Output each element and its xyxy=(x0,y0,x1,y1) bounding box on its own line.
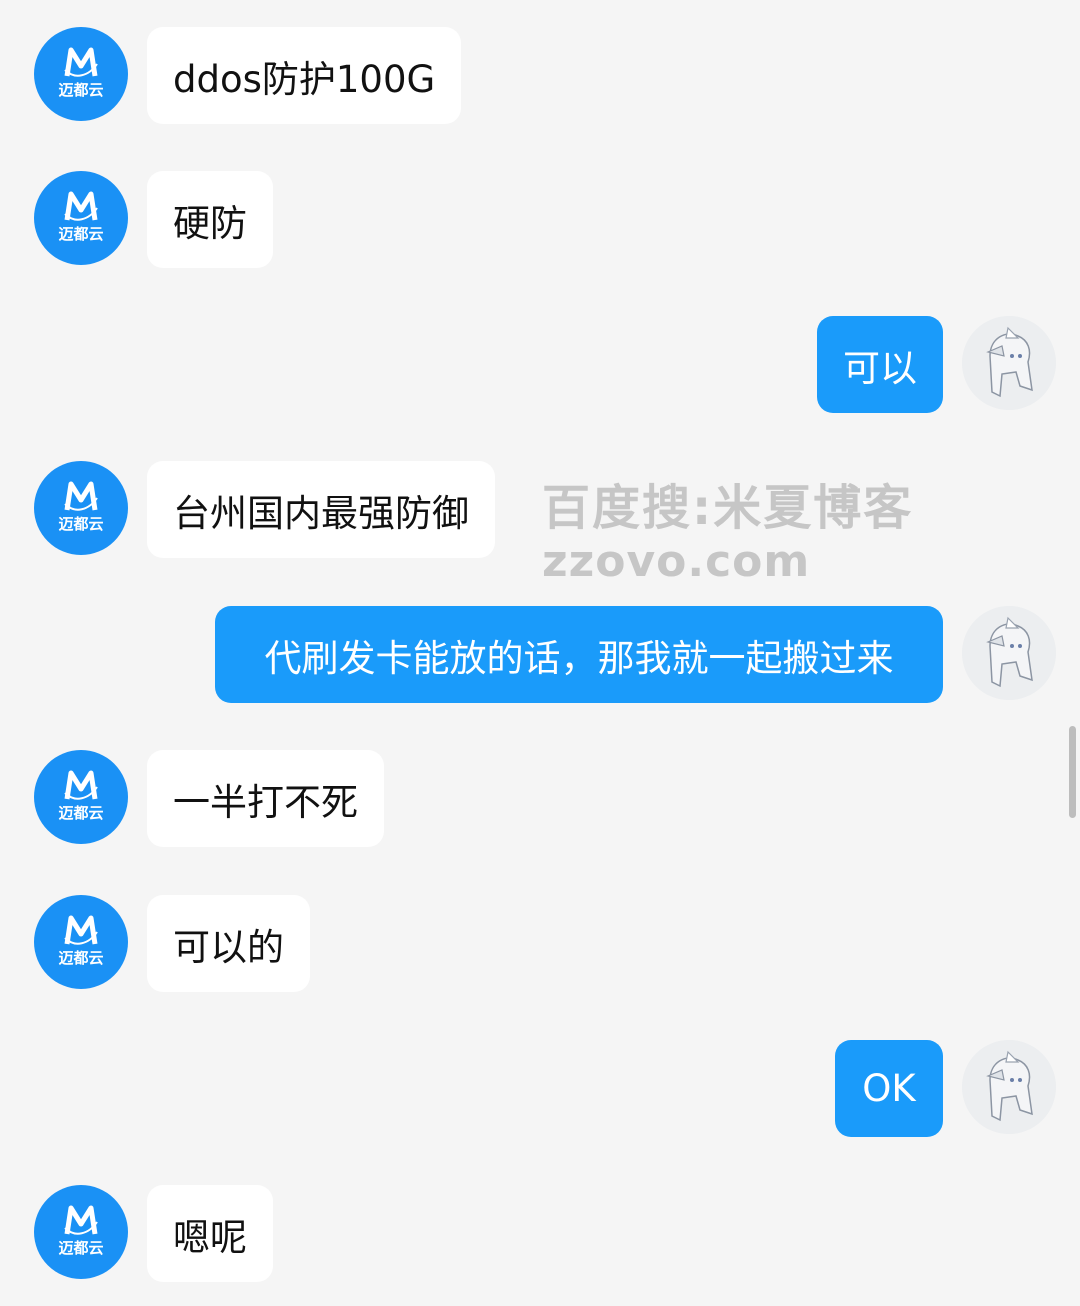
message-text: ddos防护100G xyxy=(173,57,436,101)
watermark-line1: 百度搜:米夏博客 xyxy=(542,480,914,536)
contact-avatar[interactable]: 迈都云 xyxy=(34,1185,128,1279)
message-text: 一半打不死 xyxy=(173,780,358,824)
watermark: 百度搜:米夏博客 zzovo.com xyxy=(542,478,913,586)
message-text: 台州国内最强防御 xyxy=(173,491,469,535)
message-bubble[interactable]: 一半打不死 xyxy=(147,750,384,847)
contact-avatar[interactable]: 迈都云 xyxy=(34,27,128,121)
watermark-line2: zzovo.com xyxy=(542,536,811,587)
message-bubble[interactable]: 代刷发卡能放的话，那我就一起搬过来 xyxy=(215,606,943,703)
m-logo-icon xyxy=(64,47,98,77)
contact-avatar-label: 迈都云 xyxy=(58,515,104,533)
contact-avatar-label: 迈都云 xyxy=(58,804,104,822)
contact-avatar[interactable]: 迈都云 xyxy=(34,171,128,265)
message-row: 代刷发卡能放的话，那我就一起搬过来 xyxy=(0,606,1080,703)
message-text: 可以 xyxy=(843,346,917,390)
user-avatar[interactable] xyxy=(962,316,1056,410)
m-logo-icon xyxy=(64,191,98,221)
message-row: 迈都云 一半打不死 xyxy=(0,750,1080,847)
anime-girl-avatar-icon xyxy=(962,316,1056,410)
message-text: 可以的 xyxy=(173,925,284,969)
contact-avatar[interactable]: 迈都云 xyxy=(34,750,128,844)
m-logo-icon xyxy=(64,481,98,511)
message-text: 代刷发卡能放的话，那我就一起搬过来 xyxy=(264,636,894,680)
contact-avatar[interactable]: 迈都云 xyxy=(34,461,128,555)
message-text: 硬防 xyxy=(173,201,247,245)
message-bubble[interactable]: 硬防 xyxy=(147,171,273,268)
contact-avatar-label: 迈都云 xyxy=(58,949,104,967)
contact-avatar-label: 迈都云 xyxy=(58,81,104,99)
message-text: 嗯呢 xyxy=(173,1215,247,1259)
m-logo-icon xyxy=(64,770,98,800)
message-bubble[interactable]: OK xyxy=(835,1040,943,1137)
message-text: OK xyxy=(862,1067,916,1110)
message-row: 迈都云 嗯呢 xyxy=(0,1185,1080,1282)
message-row: 可以 xyxy=(0,316,1080,413)
message-row: 迈都云 可以的 xyxy=(0,895,1080,992)
m-logo-icon xyxy=(64,1205,98,1235)
m-logo-icon xyxy=(64,915,98,945)
message-bubble[interactable]: ddos防护100G xyxy=(147,27,462,124)
message-bubble[interactable]: 可以的 xyxy=(147,895,310,992)
user-avatar[interactable] xyxy=(962,1040,1056,1134)
contact-avatar-label: 迈都云 xyxy=(58,1239,104,1257)
message-row: 迈都云 台州国内最强防御 xyxy=(0,461,1080,558)
contact-avatar-label: 迈都云 xyxy=(58,225,104,243)
anime-girl-avatar-icon xyxy=(962,606,1056,700)
anime-girl-avatar-icon xyxy=(962,1040,1056,1134)
contact-avatar[interactable]: 迈都云 xyxy=(34,895,128,989)
message-bubble[interactable]: 可以 xyxy=(817,316,943,413)
message-bubble[interactable]: 嗯呢 xyxy=(147,1185,273,1282)
user-avatar[interactable] xyxy=(962,606,1056,700)
message-row: 迈都云 ddos防护100G xyxy=(0,27,1080,124)
scrollbar-thumb[interactable] xyxy=(1069,726,1076,818)
message-row: OK xyxy=(0,1040,1080,1137)
message-row: 迈都云 硬防 xyxy=(0,171,1080,268)
message-bubble[interactable]: 台州国内最强防御 xyxy=(147,461,495,558)
